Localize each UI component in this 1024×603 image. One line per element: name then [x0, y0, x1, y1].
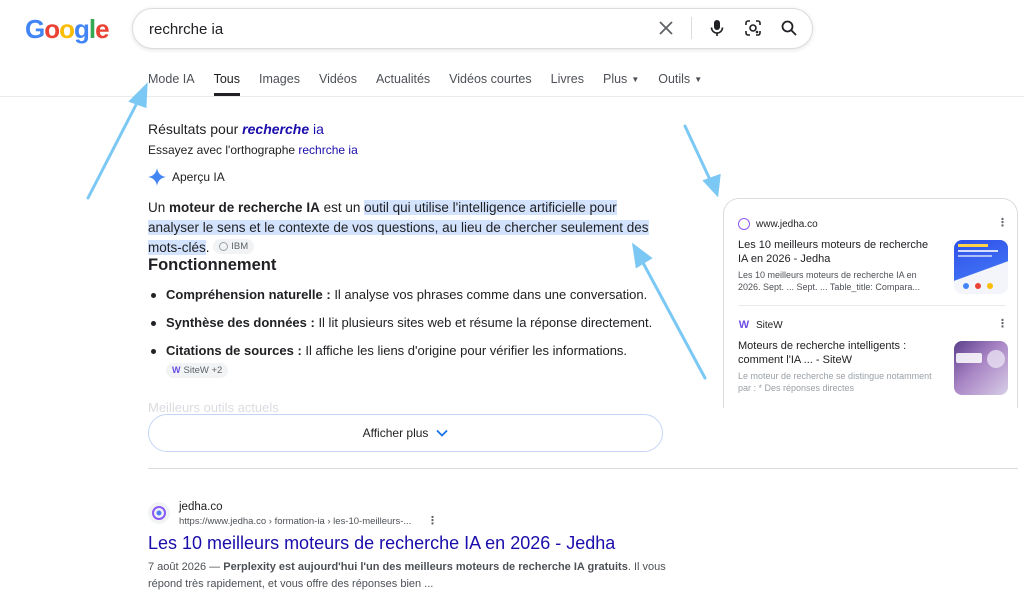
- globe-icon: [219, 242, 229, 251]
- sitew-icon: W: [738, 319, 750, 331]
- results-prefix: Résultats pour: [148, 121, 239, 137]
- sitew-icon: W: [172, 365, 181, 375]
- source-site: SiteW: [756, 319, 783, 331]
- list-item: Synthèse des données : Il lit plusieurs …: [148, 313, 668, 332]
- arrowhead: [702, 173, 721, 198]
- corrected-query-link[interactable]: recherche: [242, 121, 309, 137]
- section-heading: Fonctionnement: [148, 256, 277, 274]
- tab-vidéos[interactable]: Vidéos: [319, 72, 357, 96]
- search-icon[interactable]: [778, 17, 800, 39]
- caret-down-icon: ▼: [694, 75, 703, 84]
- source-card[interactable]: www.jedha.co Les 10 meilleurs moteurs de…: [738, 218, 1008, 294]
- tab-plus[interactable]: Plus ▼: [603, 72, 639, 96]
- spelling-correction: Résultats pour recherche ia: [148, 121, 324, 137]
- original-spelling: Essayez avec l'orthographe rechrche ia: [148, 143, 358, 157]
- logo-letter: e: [95, 14, 110, 44]
- faded-heading: Meilleurs outils actuels: [148, 400, 279, 415]
- caret-down-icon: ▼: [631, 75, 640, 84]
- sparkle-icon: [148, 168, 166, 186]
- tab-outils[interactable]: Outils ▼: [658, 72, 702, 96]
- original-query-link[interactable]: rechrche ia: [298, 143, 357, 157]
- ai-overview-header: Aperçu IA: [148, 168, 225, 186]
- source-title[interactable]: Les 10 meilleurs moteurs de recherche IA…: [738, 238, 938, 266]
- result-title-link[interactable]: Les 10 meilleurs moteurs de recherche IA…: [148, 533, 615, 554]
- corrected-query-rest[interactable]: ia: [313, 121, 324, 137]
- source-description: Les 10 meilleurs moteurs de recherche IA…: [738, 270, 920, 292]
- logo-letter: o: [59, 14, 75, 44]
- ai-overview-summary: Un moteur de recherche IA est un outil q…: [148, 200, 649, 255]
- source-thumbnail[interactable]: [954, 341, 1008, 395]
- arrow-to-mode-ia: [86, 97, 141, 200]
- source-site: www.jedha.co: [756, 218, 818, 230]
- tab-tous[interactable]: Tous: [213, 72, 240, 96]
- more-options-icon[interactable]: ⋮: [427, 516, 438, 527]
- list-item: Compréhension naturelle : Il analyse vos…: [148, 285, 668, 304]
- source-chip-ibm[interactable]: IBM: [213, 239, 255, 254]
- result-site-name[interactable]: jedha.co: [179, 501, 222, 513]
- result-url[interactable]: https://www.jedha.co › formation-ia › le…: [179, 516, 411, 527]
- source-description: Le moteur de recherche se distingue nota…: [738, 371, 932, 393]
- source-title[interactable]: Moteurs de recherche intelligents : comm…: [738, 339, 938, 367]
- microphone-icon[interactable]: [706, 17, 728, 39]
- source-card[interactable]: W SiteW Moteurs de recherche intelligent…: [738, 319, 1008, 395]
- search-tabs: Mode IA Tous Images Vidéos Actualités Vidéos …: [148, 72, 721, 96]
- tab-images[interactable]: Images: [259, 72, 300, 96]
- tab-vidéos-courtes[interactable]: Vidéos courtes: [449, 72, 531, 96]
- ai-overview-label: Aperçu IA: [172, 170, 225, 184]
- google-logo[interactable]: Google: [25, 14, 110, 45]
- clear-icon[interactable]: [655, 17, 677, 39]
- ai-bullet-list: Compréhension naturelle : Il analyse vos…: [148, 285, 668, 388]
- logo-letter: o: [44, 14, 60, 44]
- list-item: Citations de sources : Il affiche les li…: [148, 341, 668, 379]
- tab-livres[interactable]: Livres: [551, 72, 584, 96]
- chevron-down-icon: [436, 429, 449, 437]
- results-divider: [148, 468, 1018, 469]
- tab-mode-ia[interactable]: Mode IA: [148, 72, 195, 96]
- source-separator: [738, 305, 1006, 306]
- logo-letter: G: [25, 14, 45, 44]
- search-separator: [691, 17, 692, 39]
- tabs-divider: [0, 96, 1024, 97]
- source-thumbnail[interactable]: [954, 240, 1008, 294]
- logo-letter: g: [74, 14, 90, 44]
- tab-actualités[interactable]: Actualités: [376, 72, 430, 96]
- lens-icon[interactable]: [742, 17, 764, 39]
- jedha-icon: [738, 218, 750, 230]
- search-input[interactable]: rechrche ia: [149, 21, 223, 38]
- result-snippet: 7 août 2026 — Perplexity est aujourd'hui…: [148, 561, 666, 590]
- arrow-to-sources-panel: [683, 124, 714, 186]
- more-options-icon[interactable]: ⋮: [997, 218, 1008, 229]
- ai-sources-panel: www.jedha.co Les 10 meilleurs moteurs de…: [723, 198, 1018, 408]
- jedha-favicon[interactable]: [148, 502, 170, 524]
- source-chip-sitew[interactable]: W SiteW +2: [166, 363, 229, 378]
- search-box[interactable]: rechrche ia: [132, 8, 813, 49]
- show-more-button[interactable]: Afficher plus: [148, 414, 663, 452]
- more-options-icon[interactable]: ⋮: [997, 319, 1008, 330]
